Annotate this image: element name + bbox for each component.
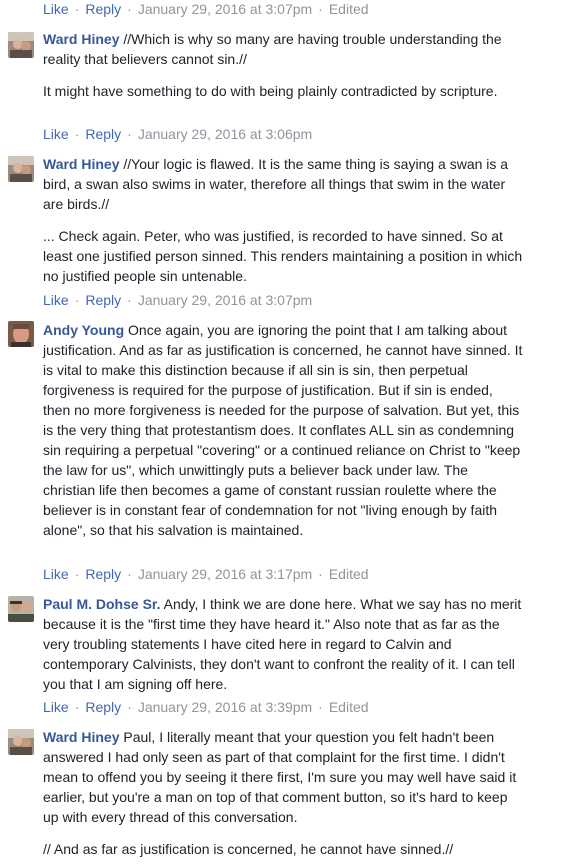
separator: · [318, 699, 323, 715]
comment-actions: Like · Reply · January 29, 2016 at 3:17pm · Ed… [43, 565, 369, 583]
comment: Andy Young Once again, you are ignoring … [43, 320, 523, 540]
avatar[interactable] [8, 596, 34, 622]
comment-body: Ward Hiney //Which is why so many are ha… [43, 29, 523, 69]
separator: · [127, 1, 132, 17]
comment: Ward Hiney Paul, I literally meant that … [43, 727, 523, 859]
comment-timestamp[interactable]: January 29, 2016 at 3:17pm [138, 566, 312, 582]
reply-link[interactable]: Reply [85, 1, 121, 17]
comment-paragraph: ... Check again. Peter, who was justifie… [43, 228, 523, 284]
comment-author[interactable]: Ward Hiney [43, 729, 120, 745]
separator: · [127, 292, 132, 308]
separator: · [127, 126, 132, 142]
separator: · [74, 292, 80, 308]
comment-timestamp[interactable]: January 29, 2016 at 3:39pm [138, 699, 312, 715]
edited-label[interactable]: Edited [329, 566, 369, 582]
edited-label[interactable]: Edited [329, 699, 369, 715]
comment-text: Once again, you are ignoring the point t… [43, 322, 523, 538]
comment-author[interactable]: Ward Hiney [43, 31, 120, 47]
comment-paragraph: It might have something to do with being… [43, 83, 498, 99]
reply-link[interactable]: Reply [85, 566, 121, 582]
comment-actions: Like · Reply · January 29, 2016 at 3:39pm · Ed… [43, 698, 369, 716]
separator: · [318, 566, 323, 582]
comment: Ward Hiney //Your logic is flawed. It is… [43, 154, 523, 286]
separator: · [74, 1, 80, 17]
avatar[interactable] [8, 729, 34, 755]
comment-thread: Like · Reply · January 29, 2016 at 3:07pm · Ed… [0, 0, 568, 868]
comment-author[interactable]: Ward Hiney [43, 156, 120, 172]
comment-actions: Like · Reply · January 29, 2016 at 3:07pm · Ed… [43, 0, 369, 18]
comment-paragraph: // And as far as justification is concer… [43, 841, 454, 857]
separator: · [318, 1, 323, 17]
comment-actions: Like · Reply · January 29, 2016 at 3:07pm [43, 291, 312, 309]
like-link[interactable]: Like [43, 1, 69, 17]
like-link[interactable]: Like [43, 126, 69, 142]
comment-author[interactable]: Andy Young [43, 322, 124, 338]
reply-link[interactable]: Reply [85, 699, 121, 715]
avatar[interactable] [8, 156, 34, 182]
separator: · [127, 699, 132, 715]
edited-label[interactable]: Edited [329, 1, 369, 17]
comment-author[interactable]: Paul M. Dohse Sr. [43, 596, 160, 612]
comment-body: Andy Young Once again, you are ignoring … [43, 320, 523, 540]
avatar[interactable] [8, 321, 34, 347]
like-link[interactable]: Like [43, 292, 69, 308]
comment-actions: Like · Reply · January 29, 2016 at 3:06pm [43, 125, 312, 143]
separator: · [74, 699, 80, 715]
comment: Ward Hiney //Which is why so many are ha… [43, 29, 523, 101]
comment-timestamp[interactable]: January 29, 2016 at 3:07pm [138, 1, 312, 17]
comment-timestamp[interactable]: January 29, 2016 at 3:06pm [138, 126, 312, 142]
reply-link[interactable]: Reply [85, 292, 121, 308]
avatar[interactable] [8, 32, 34, 58]
like-link[interactable]: Like [43, 566, 69, 582]
comment-body: Ward Hiney //Your logic is flawed. It is… [43, 154, 523, 214]
comment-body: Ward Hiney Paul, I literally meant that … [43, 727, 523, 827]
comment-body: Paul M. Dohse Sr. Andy, I think we are d… [43, 594, 523, 694]
comment-timestamp[interactable]: January 29, 2016 at 3:07pm [138, 292, 312, 308]
like-link[interactable]: Like [43, 699, 69, 715]
separator: · [74, 126, 80, 142]
comment: Paul M. Dohse Sr. Andy, I think we are d… [43, 594, 523, 694]
reply-link[interactable]: Reply [85, 126, 121, 142]
separator: · [74, 566, 80, 582]
separator: · [127, 566, 132, 582]
